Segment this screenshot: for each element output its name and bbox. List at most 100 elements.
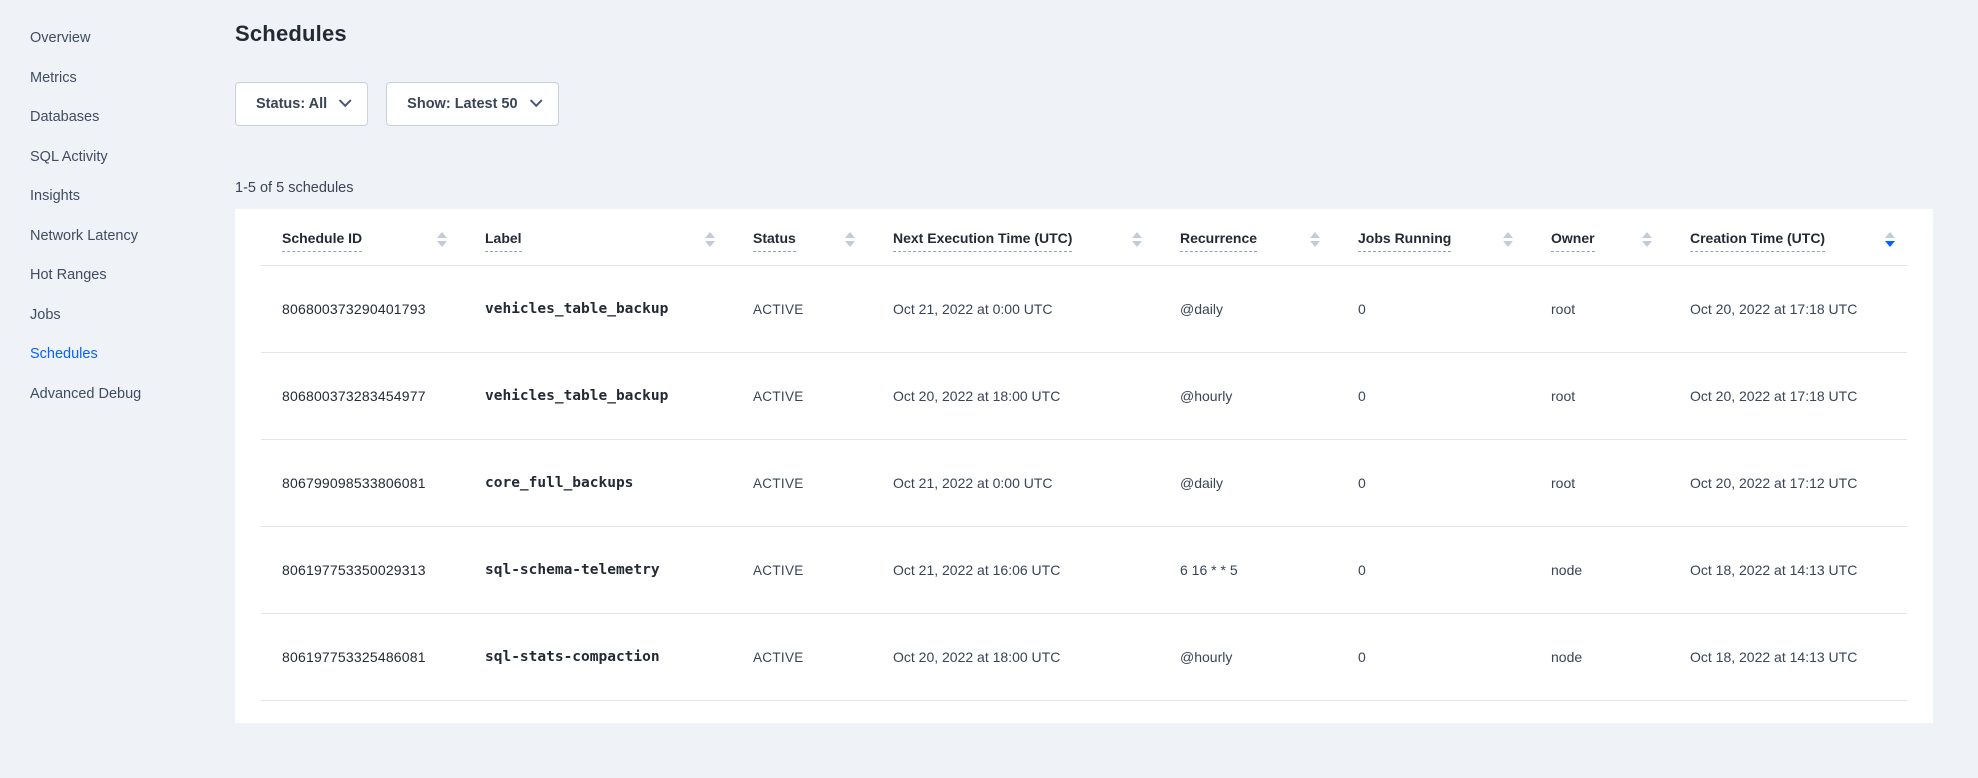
cell-recurrence: 6 16 * * 5 <box>1180 562 1358 578</box>
cell-creation-time: Oct 18, 2022 at 14:13 UTC <box>1690 649 1907 665</box>
cell-jobs-running: 0 <box>1358 475 1551 491</box>
cell-status: ACTIVE <box>753 476 893 491</box>
cell-owner: node <box>1551 562 1690 578</box>
cell-status: ACTIVE <box>753 563 893 578</box>
sort-descending-arrow-icon <box>437 241 447 247</box>
sort-icon[interactable] <box>1642 232 1652 247</box>
sort-ascending-arrow-icon <box>1310 232 1320 238</box>
results-count: 1-5 of 5 schedules <box>235 178 1933 198</box>
sidebar-item-network-latency[interactable]: Network Latency <box>30 226 235 246</box>
cell-next-execution: Oct 20, 2022 at 18:00 UTC <box>893 649 1180 665</box>
cell-label[interactable]: vehicles_table_backup <box>485 388 753 404</box>
sidebar-item-schedules[interactable]: Schedules <box>30 344 235 364</box>
cell-owner: root <box>1551 475 1690 491</box>
table-row[interactable]: 806800373290401793vehicles_table_backupA… <box>261 266 1907 353</box>
sort-descending-arrow-icon <box>1310 241 1320 247</box>
show-limit-label: Show: Latest 50 <box>407 96 517 112</box>
column-header-label[interactable]: Jobs Running <box>1358 230 1451 252</box>
cell-label[interactable]: core_full_backups <box>485 475 753 491</box>
cell-label[interactable]: sql-stats-compaction <box>485 649 753 665</box>
sort-ascending-arrow-icon <box>1132 232 1142 238</box>
sort-descending-arrow-icon <box>1885 241 1895 247</box>
sort-descending-arrow-icon <box>705 241 715 247</box>
cell-recurrence: @daily <box>1180 301 1358 317</box>
column-header-label[interactable]: Schedule ID <box>282 230 362 252</box>
sort-descending-arrow-icon <box>1642 241 1652 247</box>
cell-label[interactable]: sql-schema-telemetry <box>485 562 753 578</box>
sort-icon[interactable] <box>1885 232 1895 247</box>
sort-ascending-arrow-icon <box>845 232 855 238</box>
main-content: Schedules Status: All Show: Latest 50 1-… <box>235 0 1933 723</box>
chevron-down-icon <box>529 94 542 107</box>
table-row[interactable]: 806197753325486081sql-stats-compactionAC… <box>261 614 1907 701</box>
column-header-label[interactable]: Owner <box>1551 230 1595 252</box>
sort-icon[interactable] <box>437 232 447 247</box>
cell-owner: root <box>1551 388 1690 404</box>
cell-label[interactable]: vehicles_table_backup <box>485 301 753 317</box>
column-header-label: Label <box>485 230 753 252</box>
sidebar-item-overview[interactable]: Overview <box>30 28 235 48</box>
sidebar-item-metrics[interactable]: Metrics <box>30 68 235 88</box>
column-header-label[interactable]: Status <box>753 230 796 252</box>
cell-next-execution: Oct 20, 2022 at 18:00 UTC <box>893 388 1180 404</box>
cell-status: ACTIVE <box>753 650 893 665</box>
sidebar-item-hot-ranges[interactable]: Hot Ranges <box>30 265 235 285</box>
cell-creation-time: Oct 20, 2022 at 17:18 UTC <box>1690 388 1907 404</box>
column-header-label[interactable]: Next Execution Time (UTC) <box>893 230 1072 252</box>
cell-creation-time: Oct 20, 2022 at 17:18 UTC <box>1690 301 1907 317</box>
table-row[interactable]: 806197753350029313sql-schema-telemetryAC… <box>261 527 1907 614</box>
sidebar-item-jobs[interactable]: Jobs <box>30 305 235 325</box>
sort-icon[interactable] <box>1132 232 1142 247</box>
sort-ascending-arrow-icon <box>1885 232 1895 238</box>
column-header-creation-time-utc: Creation Time (UTC) <box>1690 230 1907 252</box>
show-limit-dropdown[interactable]: Show: Latest 50 <box>386 82 558 126</box>
column-header-label[interactable]: Label <box>485 230 522 252</box>
sort-descending-arrow-icon <box>1503 241 1513 247</box>
page-title: Schedules <box>235 20 1933 48</box>
cell-schedule-id: 806197753325486081 <box>282 649 485 665</box>
cell-next-execution: Oct 21, 2022 at 0:00 UTC <box>893 475 1180 491</box>
sort-icon[interactable] <box>845 232 855 247</box>
column-header-owner: Owner <box>1551 230 1690 252</box>
cell-status: ACTIVE <box>753 389 893 404</box>
cell-jobs-running: 0 <box>1358 388 1551 404</box>
cell-recurrence: @hourly <box>1180 388 1358 404</box>
cell-creation-time: Oct 18, 2022 at 14:13 UTC <box>1690 562 1907 578</box>
cell-owner: node <box>1551 649 1690 665</box>
column-header-jobs-running: Jobs Running <box>1358 230 1551 252</box>
filter-bar: Status: All Show: Latest 50 <box>235 82 1933 126</box>
table-row[interactable]: 806799098533806081core_full_backupsACTIV… <box>261 440 1907 527</box>
table-body: 806800373290401793vehicles_table_backupA… <box>261 266 1907 701</box>
cell-jobs-running: 0 <box>1358 562 1551 578</box>
sort-ascending-arrow-icon <box>437 232 447 238</box>
schedules-page: { "sidebar": { "items": [ { "label": "Ov… <box>0 0 1978 778</box>
column-header-schedule-id: Schedule ID <box>282 230 485 252</box>
sort-icon[interactable] <box>705 232 715 247</box>
cell-jobs-running: 0 <box>1358 649 1551 665</box>
cell-next-execution: Oct 21, 2022 at 16:06 UTC <box>893 562 1180 578</box>
column-header-label[interactable]: Recurrence <box>1180 230 1257 252</box>
sort-icon[interactable] <box>1503 232 1513 247</box>
cell-schedule-id: 806799098533806081 <box>282 475 485 491</box>
sort-icon[interactable] <box>1310 232 1320 247</box>
sidebar-nav: Overview Metrics Databases SQL Activity Insi… <box>0 0 235 778</box>
cell-status: ACTIVE <box>753 302 893 317</box>
column-header-recurrence: Recurrence <box>1180 230 1358 252</box>
sidebar-item-insights[interactable]: Insights <box>30 186 235 206</box>
cell-jobs-running: 0 <box>1358 301 1551 317</box>
cell-recurrence: @daily <box>1180 475 1358 491</box>
table-row[interactable]: 806800373283454977vehicles_table_backupA… <box>261 353 1907 440</box>
column-header-next-execution-time-utc: Next Execution Time (UTC) <box>893 230 1180 252</box>
status-filter-label: Status: All <box>256 96 327 112</box>
cell-next-execution: Oct 21, 2022 at 0:00 UTC <box>893 301 1180 317</box>
column-header-label[interactable]: Creation Time (UTC) <box>1690 230 1825 252</box>
sidebar-item-sql-activity[interactable]: SQL Activity <box>30 147 235 167</box>
table-header-row: Schedule ID Label Status Next Execution Tim… <box>261 209 1907 266</box>
cell-recurrence: @hourly <box>1180 649 1358 665</box>
sidebar-item-databases[interactable]: Databases <box>30 107 235 127</box>
column-header-status: Status <box>753 230 893 252</box>
status-filter-dropdown[interactable]: Status: All <box>235 82 368 126</box>
sidebar-item-advanced-debug[interactable]: Advanced Debug <box>30 384 235 404</box>
chevron-down-icon <box>339 94 352 107</box>
cell-creation-time: Oct 20, 2022 at 17:12 UTC <box>1690 475 1907 491</box>
